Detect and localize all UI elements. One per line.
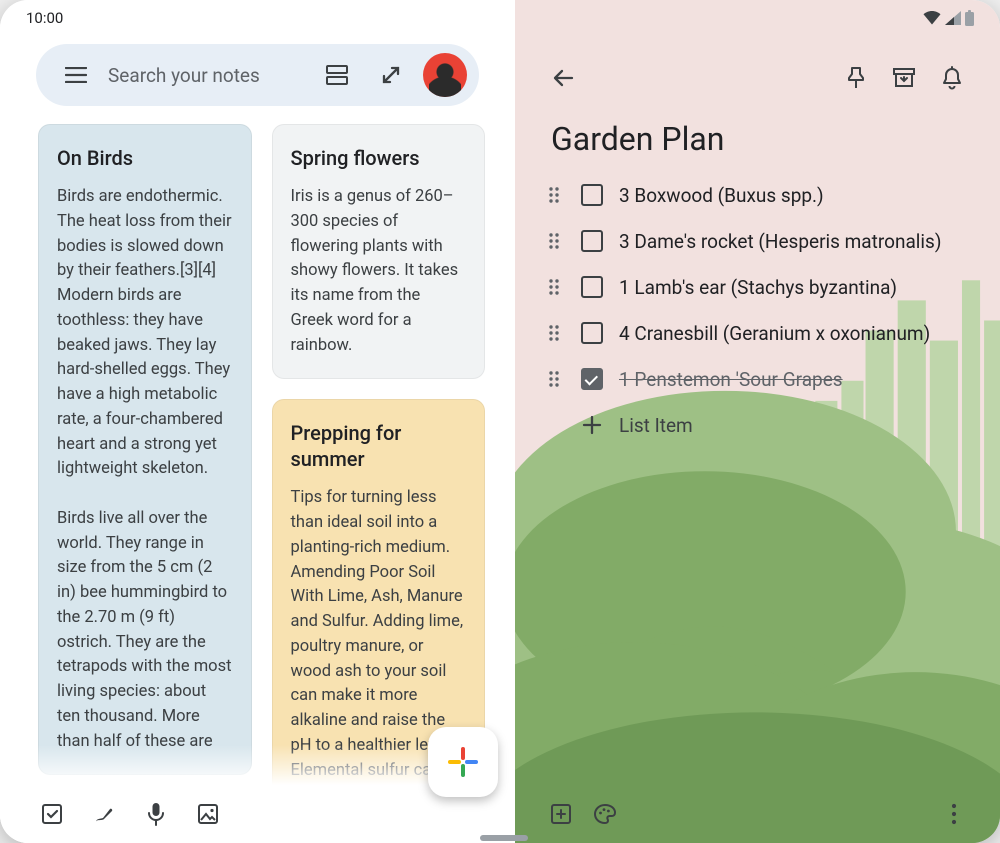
pin-icon[interactable] xyxy=(832,54,880,102)
checkbox[interactable] xyxy=(581,230,603,252)
checklist-item-label[interactable]: 1 Lamb's ear (Stachys byzantina) xyxy=(619,276,897,299)
checklist-item[interactable]: 3 Dame's rocket (Hesperis matronalis) xyxy=(533,218,982,264)
new-note-fab[interactable] xyxy=(428,727,498,797)
reminder-icon[interactable] xyxy=(928,54,976,102)
checklist-item[interactable]: 1 Penstemon 'Sour Grapes xyxy=(533,356,982,402)
status-bar: 10:00 xyxy=(0,0,1000,36)
palette-icon[interactable] xyxy=(583,792,627,836)
menu-icon[interactable] xyxy=(54,53,98,97)
search-input[interactable]: Search your notes xyxy=(108,64,305,87)
note-title: On Birds xyxy=(57,145,233,171)
add-list-item[interactable]: List Item xyxy=(533,402,982,448)
checklist-item-label[interactable]: 1 Penstemon 'Sour Grapes xyxy=(619,368,843,391)
checklist-item[interactable]: 4 Cranesbill (Geranium x oxonianum) xyxy=(533,310,982,356)
status-icons xyxy=(923,10,974,26)
new-audio-icon[interactable] xyxy=(138,796,174,832)
note-detail-pane: Garden Plan 3 Boxwood (Buxus spp.) 3 Dam… xyxy=(515,0,1000,843)
drag-handle-icon[interactable] xyxy=(543,324,565,342)
note-card[interactable]: Spring flowers Iris is a genus of 260–30… xyxy=(272,124,486,379)
battery-icon xyxy=(965,10,974,26)
checklist-item[interactable]: 3 Boxwood (Buxus spp.) xyxy=(533,172,982,218)
checklist-item-label[interactable]: 4 Cranesbill (Geranium x oxonianum) xyxy=(619,322,930,345)
add-box-icon[interactable] xyxy=(539,792,583,836)
drag-handle-icon[interactable] xyxy=(543,232,565,250)
avatar[interactable] xyxy=(423,53,467,97)
checkbox[interactable] xyxy=(581,184,603,206)
archive-icon[interactable] xyxy=(880,54,928,102)
new-image-icon[interactable] xyxy=(190,796,226,832)
note-body: Birds are endothermic. The heat loss fro… xyxy=(57,185,233,754)
drag-handle-icon[interactable] xyxy=(543,278,565,296)
back-icon[interactable] xyxy=(539,54,587,102)
note-detail-title[interactable]: Garden Plan xyxy=(515,102,1000,172)
note-title: Spring flowers xyxy=(291,145,467,171)
cell-icon xyxy=(945,11,961,25)
split-drag-handle[interactable] xyxy=(480,835,528,841)
expand-icon[interactable] xyxy=(369,53,413,97)
checklist-item-label[interactable]: 3 Dame's rocket (Hesperis matronalis) xyxy=(619,230,941,253)
new-drawing-icon[interactable] xyxy=(86,796,122,832)
checkbox[interactable] xyxy=(581,322,603,344)
search-bar[interactable]: Search your notes xyxy=(36,44,479,106)
drag-handle-icon[interactable] xyxy=(543,186,565,204)
checkbox[interactable] xyxy=(581,276,603,298)
note-card[interactable]: On Birds Birds are endothermic. The heat… xyxy=(38,124,252,775)
checkbox[interactable] xyxy=(581,368,603,390)
checklist-item[interactable]: 1 Lamb's ear (Stachys byzantina) xyxy=(533,264,982,310)
detail-bottom-toolbar xyxy=(515,785,1000,843)
notes-list-pane: Search your notes On Birds Birds are end… xyxy=(0,0,515,843)
note-title: Prepping for summer xyxy=(291,420,467,472)
plus-icon[interactable] xyxy=(581,414,603,436)
more-icon[interactable] xyxy=(932,792,976,836)
checklist-item-label[interactable]: 3 Boxwood (Buxus spp.) xyxy=(619,184,824,207)
wifi-icon xyxy=(923,11,941,25)
add-list-item-label: List Item xyxy=(619,414,693,437)
view-toggle-icon[interactable] xyxy=(315,53,359,97)
drag-handle-icon[interactable] xyxy=(543,370,565,388)
new-checklist-icon[interactable] xyxy=(34,796,70,832)
checklist: 3 Boxwood (Buxus spp.) 3 Dame's rocket (… xyxy=(515,172,1000,448)
detail-toolbar xyxy=(515,54,1000,102)
note-body: Iris is a genus of 260–300 species of fl… xyxy=(291,185,467,358)
status-time: 10:00 xyxy=(26,9,63,27)
